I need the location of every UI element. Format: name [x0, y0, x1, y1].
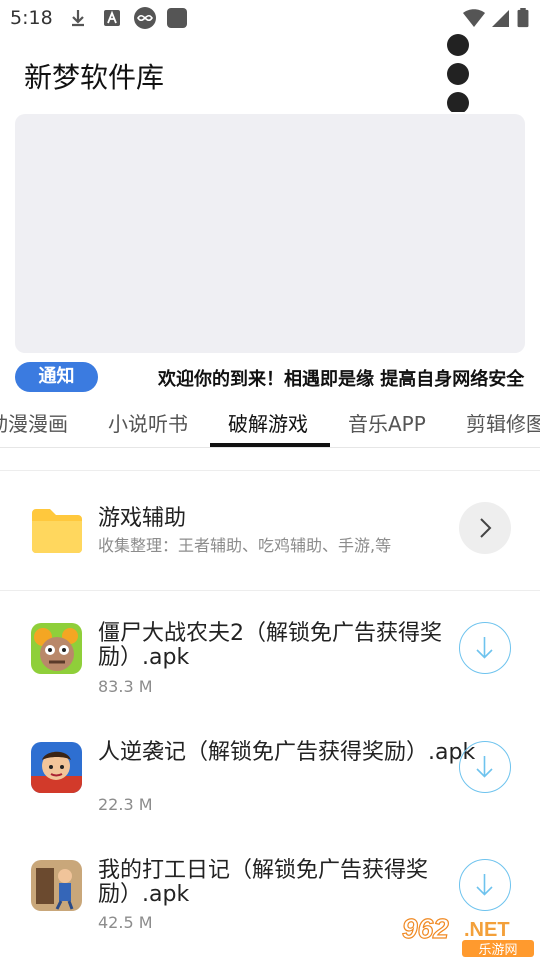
tab-anime[interactable]: 动漫漫画 — [0, 408, 68, 437]
folder-icon — [32, 509, 82, 553]
site-watermark: 962 .NET 乐游网 — [398, 910, 540, 960]
app-square-icon — [167, 8, 187, 28]
watermark-brand: 962 — [402, 913, 449, 944]
folder-title: 游戏辅助 — [98, 506, 187, 531]
signal-icon — [492, 10, 509, 27]
banner-carousel[interactable] — [15, 114, 525, 353]
download-arrow-icon — [476, 637, 493, 659]
worker-game-icon — [31, 860, 82, 911]
chevron-right-icon — [480, 518, 492, 538]
status-time: 5:18 — [10, 7, 53, 29]
tab-indicator — [210, 443, 330, 447]
notice-marquee: 欢迎你的到来！相遇即是缘 提高自身网络安全 — [108, 362, 540, 392]
app-name: 僵尸大战农夫2（解锁免广告获得奖励）.apk — [98, 621, 442, 670]
download-button[interactable] — [459, 859, 511, 911]
category-tabs: 动漫漫画 小说听书 破解游戏 音乐APP 剪辑修图 — [0, 400, 540, 448]
app-size: 83.3 M — [98, 677, 153, 696]
app-size: 42.5 M — [98, 913, 153, 932]
folder-subtitle: 收集整理：王者辅助、吃鸡辅助、手游,等 — [98, 536, 392, 555]
download-button[interactable] — [459, 741, 511, 793]
wifi-icon — [463, 9, 485, 27]
zombie-game-icon — [31, 623, 82, 674]
download-arrow-icon — [476, 756, 493, 778]
comeback-game-icon — [31, 742, 82, 793]
divider — [0, 470, 540, 471]
download-arrow-icon — [476, 874, 493, 896]
notice-badge: 通知 — [15, 362, 98, 392]
tab-cracked-games[interactable]: 破解游戏 — [228, 408, 308, 437]
battery-icon — [517, 8, 529, 28]
font-icon — [104, 10, 120, 26]
app-name: 人逆袭记（解锁免广告获得奖励）.apk — [98, 740, 476, 765]
tab-music[interactable]: 音乐APP — [348, 408, 426, 437]
open-folder-button[interactable] — [459, 502, 511, 554]
download-button[interactable] — [459, 622, 511, 674]
status-bar: 5:18 — [0, 0, 540, 36]
app-size: 22.3 M — [98, 795, 153, 814]
infinity-icon — [134, 7, 156, 29]
watermark-suffix: .NET — [464, 919, 510, 941]
divider — [0, 590, 540, 591]
page-title: 新梦软件库 — [24, 61, 165, 94]
watermark-caption: 乐游网 — [478, 943, 517, 958]
more-vertical-icon[interactable] — [446, 34, 470, 112]
tab-novels[interactable]: 小说听书 — [108, 408, 188, 437]
tab-editing[interactable]: 剪辑修图 — [466, 408, 540, 437]
download-icon — [72, 10, 84, 27]
notice-text: 欢迎你的到来！相遇即是缘 提高自身网络安全 — [158, 369, 525, 390]
app-name: 我的打工日记（解锁免广告获得奖励）.apk — [98, 858, 429, 907]
